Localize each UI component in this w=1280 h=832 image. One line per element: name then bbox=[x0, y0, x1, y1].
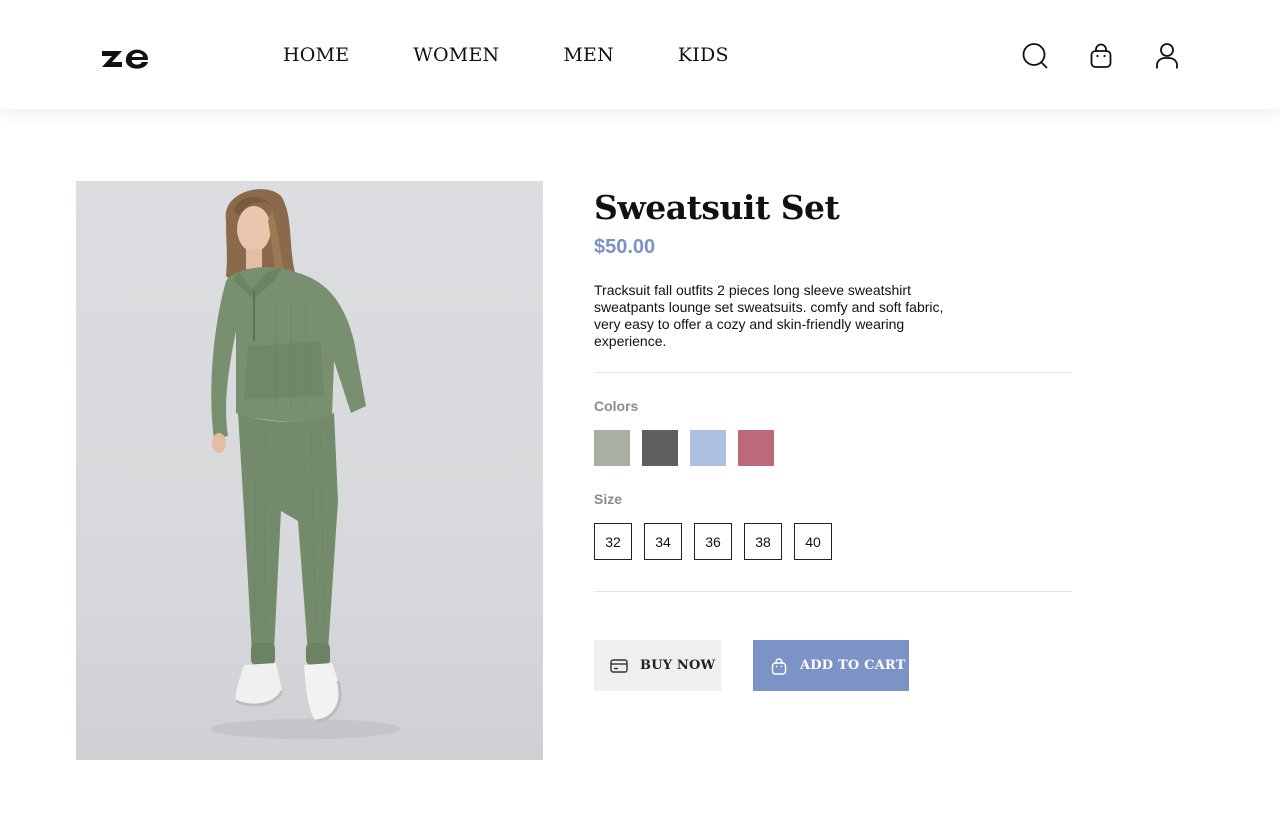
product-image bbox=[76, 181, 543, 760]
user-icon bbox=[1156, 43, 1178, 69]
nav-kids[interactable]: KIDS bbox=[678, 44, 729, 66]
credit-card-icon bbox=[610, 657, 628, 675]
buy-now-label: BUY NOW bbox=[640, 658, 716, 673]
color-swatch-gray[interactable] bbox=[642, 430, 678, 466]
buy-now-button[interactable]: BUY NOW bbox=[594, 640, 721, 691]
product-description: Tracksuit fall outfits 2 pieces long sle… bbox=[594, 282, 944, 349]
divider bbox=[594, 372, 1072, 373]
size-option-36[interactable]: 36 bbox=[694, 523, 732, 560]
shopping-bag-icon bbox=[1090, 43, 1112, 68]
product-price: $50.00 bbox=[594, 236, 656, 258]
account-button[interactable] bbox=[1152, 40, 1182, 72]
search-icon bbox=[1022, 43, 1048, 69]
main-nav: HOME WOMEN MEN KIDS bbox=[283, 44, 729, 66]
cart-button[interactable] bbox=[1086, 40, 1116, 72]
shopping-bag-icon bbox=[770, 657, 788, 675]
nav-men[interactable]: MEN bbox=[563, 44, 614, 66]
size-option-40[interactable]: 40 bbox=[794, 523, 832, 560]
site-header: HOME WOMEN MEN KIDS bbox=[0, 0, 1280, 109]
nav-home[interactable]: HOME bbox=[283, 44, 349, 66]
add-to-cart-label: ADD TO CART bbox=[800, 658, 906, 673]
color-swatch-light-blue[interactable] bbox=[690, 430, 726, 466]
search-button[interactable] bbox=[1020, 40, 1050, 72]
size-label: Size bbox=[594, 491, 623, 507]
size-option-38[interactable]: 38 bbox=[744, 523, 782, 560]
add-to-cart-button[interactable]: ADD TO CART bbox=[753, 640, 909, 691]
size-option-34[interactable]: 34 bbox=[644, 523, 682, 560]
color-swatch-rose[interactable] bbox=[738, 430, 774, 466]
brand-logo[interactable] bbox=[102, 47, 150, 69]
color-swatch-sage[interactable] bbox=[594, 430, 630, 466]
divider bbox=[594, 591, 1072, 592]
color-swatches bbox=[594, 430, 774, 466]
nav-women[interactable]: WOMEN bbox=[413, 44, 499, 66]
size-options: 32 34 36 38 40 bbox=[594, 523, 832, 560]
colors-label: Colors bbox=[594, 398, 639, 414]
size-option-32[interactable]: 32 bbox=[594, 523, 632, 560]
product-title: Sweatsuit Set bbox=[594, 188, 840, 227]
